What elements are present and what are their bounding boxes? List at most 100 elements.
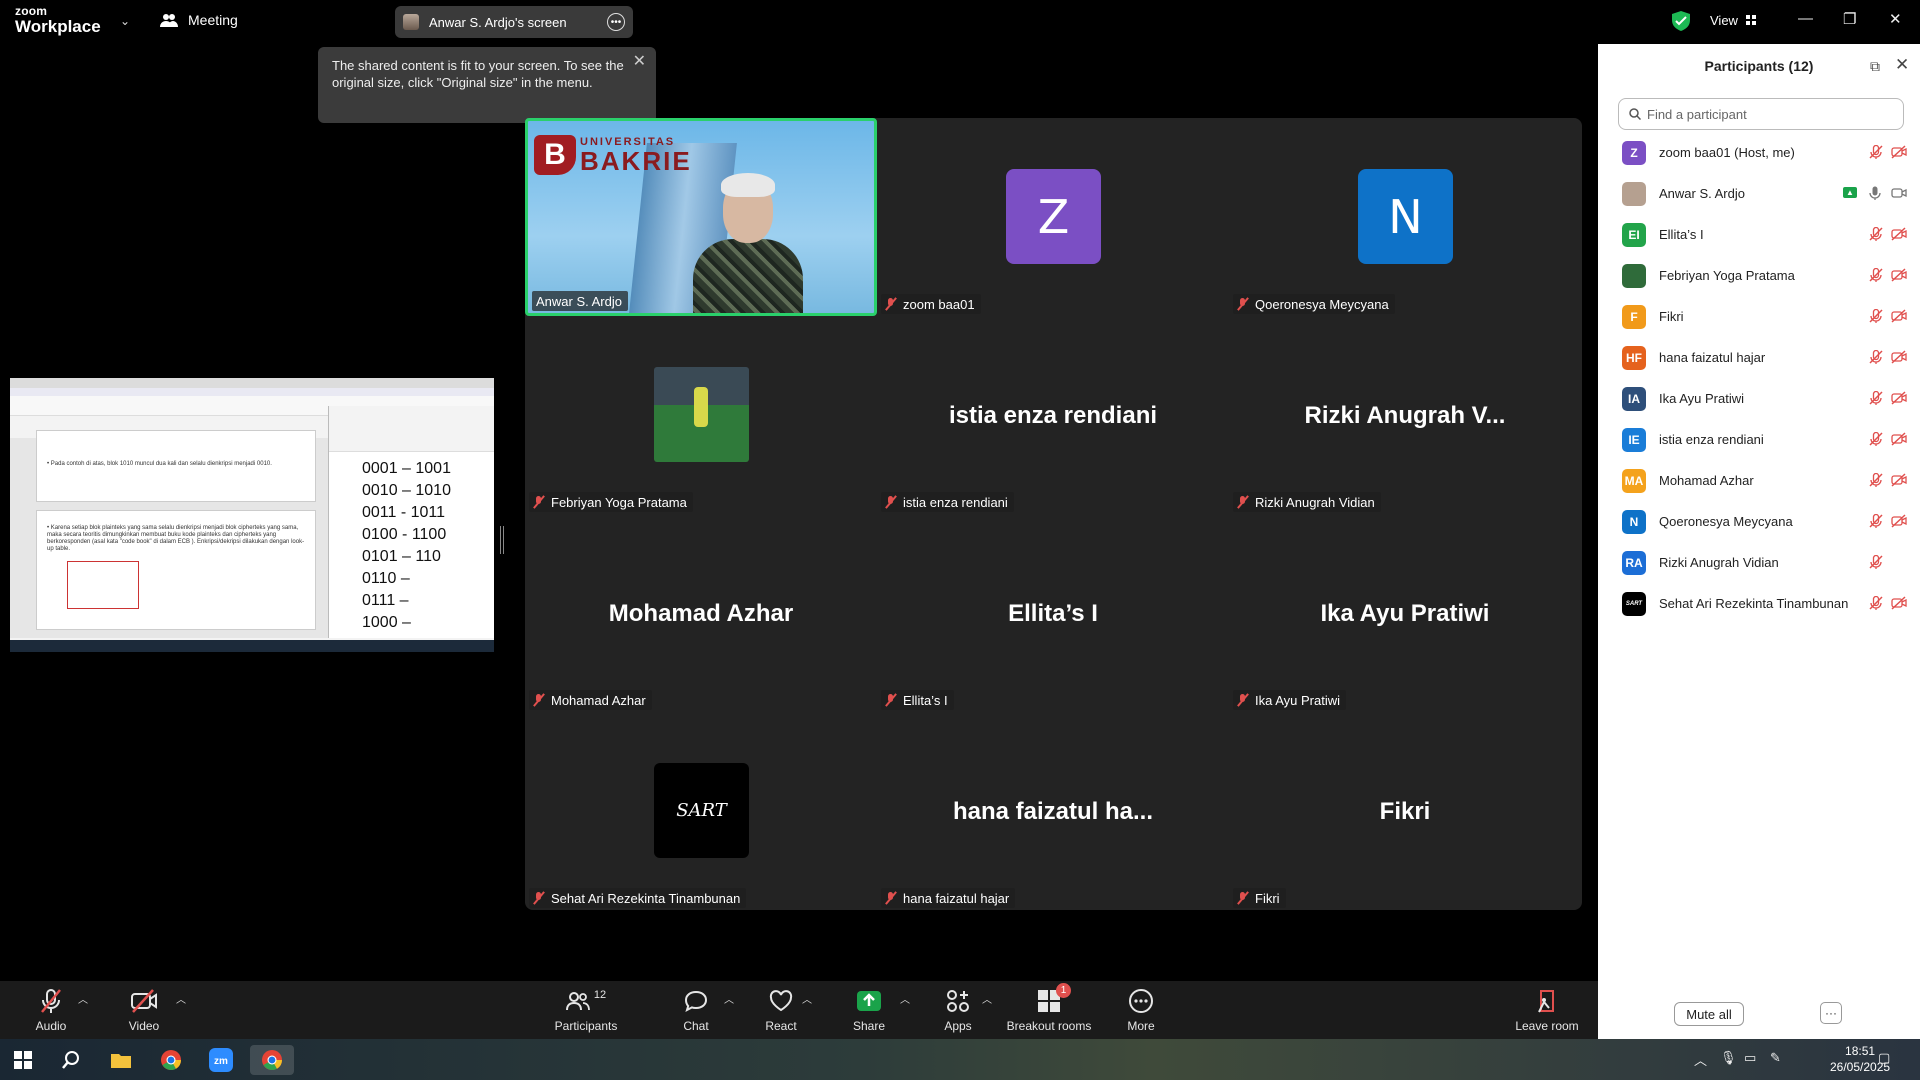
restore-icon[interactable]: ❐	[1843, 10, 1856, 28]
pop-out-icon[interactable]: ⧉	[1870, 58, 1880, 75]
video-tile[interactable]: Mohamad Azhar Mohamad Azhar	[525, 514, 877, 712]
video-options-caret-icon[interactable]: ︿	[176, 991, 186, 1006]
apps-options-caret-icon[interactable]: ︿	[982, 991, 992, 1006]
camera-off-icon[interactable]	[1891, 473, 1907, 492]
video-tile[interactable]: istia enza rendiani istia enza rendiani	[877, 316, 1229, 514]
mic-muted-icon[interactable]	[1869, 144, 1883, 164]
participant-list: Zzoom baa01 (Host, me) Anwar S. Ardjo ▲ EI E…	[1598, 132, 1920, 624]
participant-row[interactable]: HF hana faizatul hajar	[1598, 337, 1920, 378]
apps-button[interactable]: Apps	[940, 987, 976, 1033]
participant-row[interactable]: MA Mohamad Azhar	[1598, 460, 1920, 501]
video-tile[interactable]: hana faizatul ha... hana faizatul hajar	[877, 712, 1229, 910]
participant-row[interactable]: Anwar S. Ardjo ▲	[1598, 173, 1920, 214]
participant-name: istia enza rendiani	[1659, 432, 1764, 447]
camera-off-icon[interactable]	[1891, 350, 1907, 369]
video-tile[interactable]: Ika Ayu Pratiwi Ika Ayu Pratiwi	[1229, 514, 1581, 712]
mic-muted-icon[interactable]	[1869, 226, 1883, 246]
mute-all-button[interactable]: Mute all	[1674, 1002, 1744, 1026]
network-icon[interactable]: ▭	[1744, 1050, 1756, 1066]
participant-row[interactable]: EI Ellita’s I	[1598, 214, 1920, 255]
camera-off-icon[interactable]	[1891, 596, 1907, 615]
participant-search[interactable]	[1618, 98, 1904, 130]
search-input[interactable]	[1647, 106, 1887, 122]
camera-off-icon	[131, 989, 157, 1013]
mic-muted-icon[interactable]	[1869, 349, 1883, 369]
mic-on-icon[interactable]	[1869, 186, 1881, 205]
tile-name-label: Ellita’s I	[881, 690, 954, 710]
react-button[interactable]: React	[760, 987, 802, 1033]
camera-off-icon[interactable]	[1891, 514, 1907, 533]
mic-muted-icon[interactable]	[1869, 472, 1883, 492]
mic-muted-icon[interactable]	[1869, 267, 1883, 287]
camera-off-icon[interactable]	[1891, 227, 1907, 246]
participant-row[interactable]: F Fikri	[1598, 296, 1920, 337]
camera-off-icon[interactable]	[1891, 268, 1907, 287]
camera-icon[interactable]	[1891, 186, 1907, 204]
camera-off-icon[interactable]	[1891, 432, 1907, 451]
mic-muted-icon[interactable]	[1869, 390, 1883, 410]
leave-room-button[interactable]: Leave room	[1514, 987, 1580, 1033]
participant-row[interactable]: N Qoeronesya Meycyana	[1598, 501, 1920, 542]
participant-row[interactable]: IA Ika Ayu Pratiwi	[1598, 378, 1920, 419]
show-hidden-icons-icon[interactable]: ︿	[1694, 1050, 1707, 1069]
mic-muted-icon[interactable]	[1869, 513, 1883, 533]
participants-button[interactable]: 12 Participants	[552, 987, 620, 1033]
security-shield-icon[interactable]	[1672, 11, 1690, 31]
breakout-rooms-button[interactable]: 1 Breakout rooms	[1004, 983, 1094, 1033]
video-button[interactable]: Video	[122, 987, 166, 1033]
svg-text:zm: zm	[214, 1056, 228, 1067]
chrome-icon[interactable]	[152, 1045, 190, 1075]
video-tile[interactable]: Fikri Fikri	[1229, 712, 1581, 910]
mic-muted-icon	[1237, 298, 1249, 310]
mic-muted-icon[interactable]	[1869, 308, 1883, 328]
notifications-icon[interactable]: ▢	[1878, 1050, 1890, 1066]
participant-row[interactable]: Zzoom baa01 (Host, me)	[1598, 132, 1920, 173]
close-icon[interactable]: ✕	[1889, 10, 1902, 28]
video-tile[interactable]: SART Sehat Ari Rezekinta Tinambunan	[525, 712, 877, 910]
microphone-icon[interactable]: 🎙	[1720, 1050, 1737, 1066]
react-options-caret-icon[interactable]: ︿	[802, 991, 812, 1006]
chat-button[interactable]: Chat	[676, 987, 716, 1033]
video-tile[interactable]: Ellita’s I Ellita’s I	[877, 514, 1229, 712]
avatar	[1622, 181, 1646, 206]
file-explorer-icon[interactable]	[102, 1045, 140, 1075]
shared-screen-pill[interactable]: Anwar S. Ardjo's screen •••	[395, 6, 633, 38]
chat-options-caret-icon[interactable]: ︿	[724, 991, 734, 1006]
chrome-active-icon[interactable]	[250, 1045, 294, 1075]
participant-row[interactable]: IE istia enza rendiani	[1598, 419, 1920, 460]
video-tile-active-speaker[interactable]: B UNIVERSITAS BAKRIE Anwar S. Ardjo	[525, 118, 877, 316]
split-handle[interactable]	[500, 526, 504, 554]
pen-icon[interactable]: ✎	[1770, 1050, 1781, 1066]
close-panel-icon[interactable]: ✕	[1895, 55, 1909, 75]
meeting-menu-button[interactable]: Meeting	[160, 12, 238, 28]
participant-row[interactable]: Febriyan Yoga Pratama	[1598, 255, 1920, 296]
search-icon[interactable]	[52, 1045, 90, 1075]
participant-row[interactable]: SART Sehat Ari Rezekinta Tinambunan	[1598, 583, 1920, 624]
windows-start-icon[interactable]	[4, 1045, 42, 1075]
video-tile[interactable]: Febriyan Yoga Pratama	[525, 316, 877, 514]
chevron-down-icon[interactable]: ⌄	[120, 14, 130, 28]
video-tile[interactable]: N Qoeronesya Meycyana	[1229, 118, 1581, 316]
share-options-caret-icon[interactable]: ︿	[900, 991, 910, 1006]
participant-row[interactable]: RA Rizki Anugrah Vidian	[1598, 542, 1920, 583]
video-tile[interactable]: Z zoom baa01	[877, 118, 1229, 316]
shared-screen[interactable]: • Pada contoh di atas, blok 1010 muncul …	[10, 378, 494, 652]
zoom-app-icon[interactable]: zm	[202, 1045, 240, 1075]
more-options-icon[interactable]: ···	[1820, 1002, 1842, 1024]
share-button[interactable]: Share	[848, 987, 890, 1033]
mic-muted-icon[interactable]	[1869, 431, 1883, 451]
more-options-icon[interactable]: •••	[607, 13, 625, 31]
heart-icon	[769, 990, 793, 1012]
camera-off-icon[interactable]	[1891, 391, 1907, 410]
camera-off-icon[interactable]	[1891, 145, 1907, 164]
video-tile[interactable]: Rizki Anugrah V... Rizki Anugrah Vidian	[1229, 316, 1581, 514]
tooltip-close-icon[interactable]: ✕	[633, 53, 646, 70]
minimize-icon[interactable]: —	[1798, 10, 1813, 27]
view-button[interactable]: View	[1710, 13, 1757, 28]
camera-off-icon[interactable]	[1891, 309, 1907, 328]
audio-options-caret-icon[interactable]: ︿	[78, 991, 88, 1006]
mic-muted-icon[interactable]	[1869, 595, 1883, 615]
mic-muted-icon[interactable]	[1869, 554, 1883, 574]
audio-button[interactable]: Audio	[30, 987, 72, 1033]
more-button[interactable]: More	[1122, 987, 1160, 1033]
